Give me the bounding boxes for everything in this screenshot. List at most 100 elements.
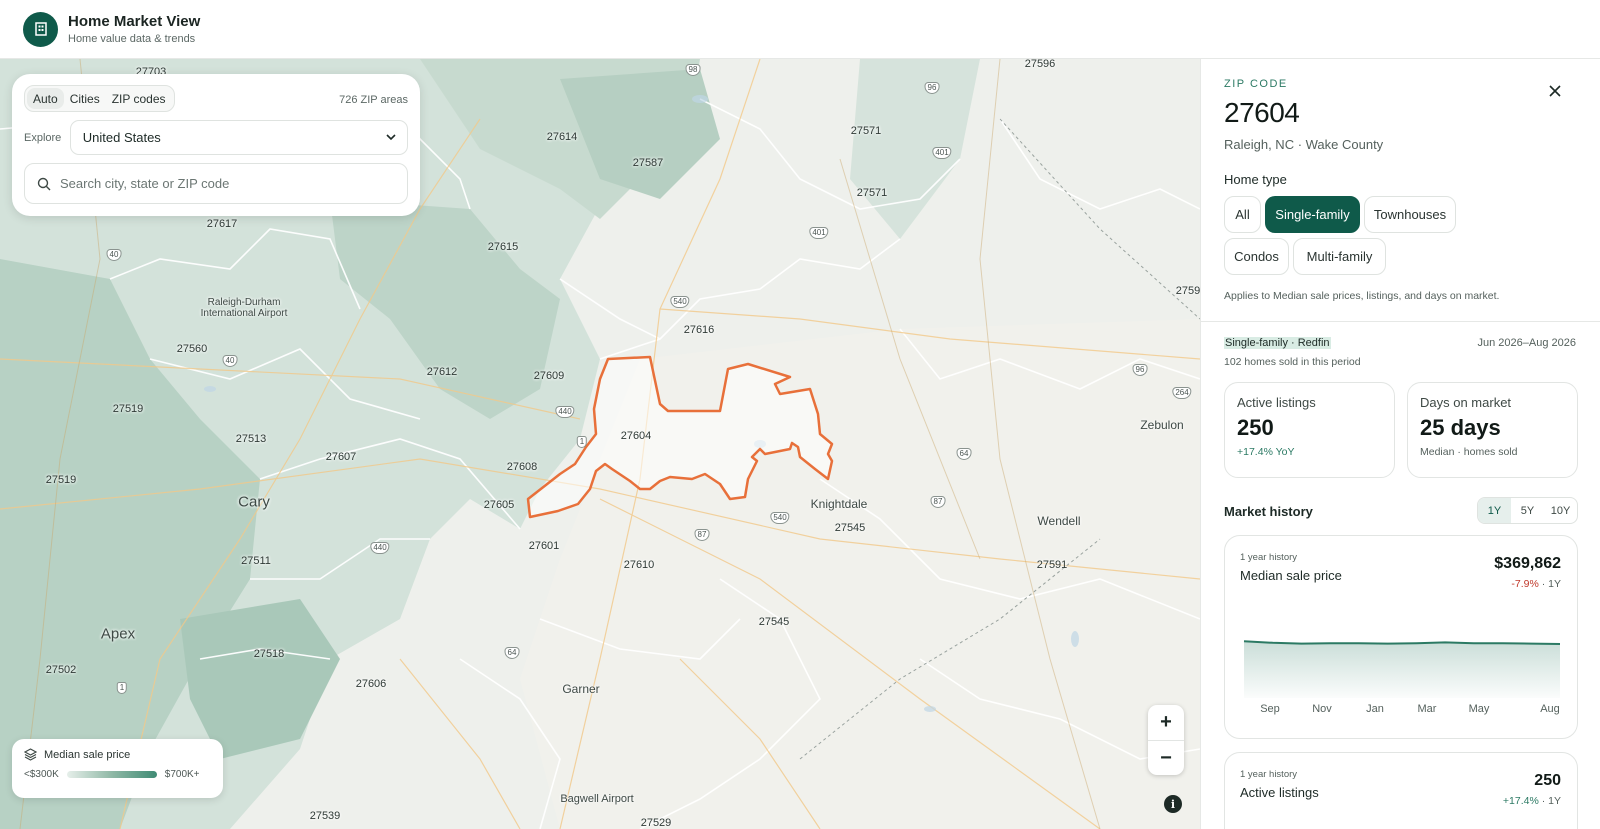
x-tick: May [1468,703,1490,715]
zip-label[interactable]: 27502 [46,664,77,676]
zip-label[interactable]: 27614 [547,131,578,143]
zip-label[interactable]: 27560 [177,343,208,355]
boundary-mode-toggle: Auto Cities ZIP codes [24,85,175,112]
home-type-multi-family[interactable]: Multi-family [1293,238,1386,275]
zip-label[interactable]: 27616 [684,324,715,336]
zip-label[interactable]: 27591 [1037,559,1068,571]
brand: Home Market View Home value data & trend… [68,12,200,47]
panel-eyebrow: ZIP CODE [1224,78,1288,90]
legend-scale: <$300K $700K+ [24,769,211,780]
median-price-chart [1243,640,1561,698]
zip-label[interactable]: 27607 [326,451,357,463]
airport-label[interactable]: Bagwell Airport [560,793,633,805]
search-input[interactable] [60,176,380,191]
panel-location: Raleigh, NC · Wake County [1224,137,1384,152]
city-label[interactable]: Garner [562,682,599,696]
app-title: Home Market View [68,12,201,30]
history-value: $369,862 [1494,555,1561,572]
home-type-single-family[interactable]: Single-family [1265,196,1360,233]
stat-label: Days on market [1420,395,1512,410]
range-5y[interactable]: 5Y [1511,498,1544,523]
zip-label[interactable]: 27518 [254,648,285,660]
city-label[interactable]: Cary [238,494,270,511]
zip-label[interactable]: 27609 [534,370,565,382]
home-type-all[interactable]: All [1224,196,1261,233]
close-icon[interactable] [1549,84,1561,102]
zip-label[interactable]: 27615 [488,241,519,253]
history-change: -7.9% · 1Y [1511,578,1561,590]
home-type-condos[interactable]: Condos [1224,238,1289,275]
panel-zip-title: 27604 [1224,97,1300,128]
zip-label[interactable]: 27513 [236,433,267,445]
city-label[interactable]: Zebulon [1140,418,1183,432]
x-tick: Nov [1312,703,1332,715]
zip-label[interactable]: 27545 [835,522,866,534]
stat-sub: +17.4% YoY [1237,446,1295,458]
range-1y[interactable]: 1Y [1478,498,1511,523]
zip-label[interactable]: 27610 [624,559,655,571]
history-change-suffix: · 1Y [1538,578,1561,590]
homes-sold: 102 homes sold in this period [1224,356,1361,368]
x-tick: Jan [1366,703,1384,715]
legend-max: $700K+ [164,769,200,780]
zip-label[interactable]: 27571 [857,187,888,199]
search-box[interactable] [24,163,408,204]
home-type-townhouses[interactable]: Townhouses [1364,196,1456,233]
history-change: +17.4% · 1Y [1503,795,1561,807]
zoom-controls: + − [1148,705,1184,775]
zip-label[interactable]: 27596 [1025,59,1056,70]
mode-cities[interactable]: Cities [64,88,106,109]
zip-label[interactable]: 27571 [851,125,882,137]
chart-area [1244,641,1560,698]
history-value: 250 [1534,772,1561,789]
zip-label[interactable]: 27601 [529,540,560,552]
market-history-title: Market history [1224,504,1313,519]
explore-select-value: United States [82,130,161,145]
home-type-note: Applies to Median sale prices, listings,… [1224,290,1500,302]
city-label[interactable]: Knightdale [811,497,868,511]
map-legend: Median sale price <$300K $700K+ [12,739,223,798]
airport-label[interactable]: Raleigh-Durham International Airport [189,297,299,319]
layers-icon[interactable] [24,748,37,761]
zip-label[interactable]: 27519 [46,474,77,486]
zip-label[interactable]: 27605 [484,499,515,511]
zip-label[interactable]: 27519 [113,403,144,415]
history-eyebrow: 1 year history [1240,769,1298,780]
zip-detail-panel: ZIP CODE 27604 Raleigh, NC · Wake County… [1200,59,1600,829]
zip-label[interactable]: 27617 [207,218,238,230]
chart-series-line [1243,640,1561,645]
zip-label[interactable]: 2759 [1176,285,1200,297]
zip-label[interactable]: 27606 [356,678,387,690]
city-label[interactable]: Apex [101,626,135,643]
x-tick: Mar [1417,703,1437,715]
building-icon[interactable] [23,11,58,47]
city-label[interactable]: Wendell [1037,514,1080,528]
range-10y[interactable]: 10Y [1544,498,1577,523]
data-source: Single-family · Redfin [1224,337,1331,349]
zip-label[interactable]: 27545 [759,616,790,628]
history-card-median-price[interactable]: 1 year history Median sale price $369,86… [1224,535,1578,739]
zoom-in-button[interactable]: + [1148,705,1184,740]
explore-row: Explore United States [24,120,408,155]
zoom-out-button[interactable]: − [1148,740,1184,775]
explore-label: Explore [24,131,62,144]
mode-auto[interactable]: Auto [27,88,64,109]
zip-label[interactable]: 27608 [507,461,538,473]
zip-label[interactable]: 27604 [621,430,652,442]
info-icon[interactable]: i [1164,795,1182,813]
stat-label: Active listings [1237,395,1316,410]
zip-label[interactable]: 27587 [633,157,664,169]
chevron-down-icon [386,134,396,141]
explore-select[interactable]: United States [69,120,408,155]
history-card-active-listings[interactable]: 1 year history Active listings 250 +17.4… [1224,752,1578,829]
zip-label[interactable]: 27539 [310,810,341,822]
x-tick: Sep [1260,703,1280,715]
history-range-tabs: 1Y 5Y 10Y [1477,497,1578,524]
mode-zip-codes[interactable]: ZIP codes [106,88,172,109]
zip-label[interactable]: 27511 [241,555,271,567]
zip-label[interactable]: 27612 [427,366,458,378]
stat-active-listings: Active listings 250 +17.4% YoY [1224,382,1395,478]
zip-label[interactable]: 27529 [641,817,672,829]
legend-title: Median sale price [44,748,131,761]
stat-days-on-market: Days on market 25 days Median · homes so… [1407,382,1578,478]
